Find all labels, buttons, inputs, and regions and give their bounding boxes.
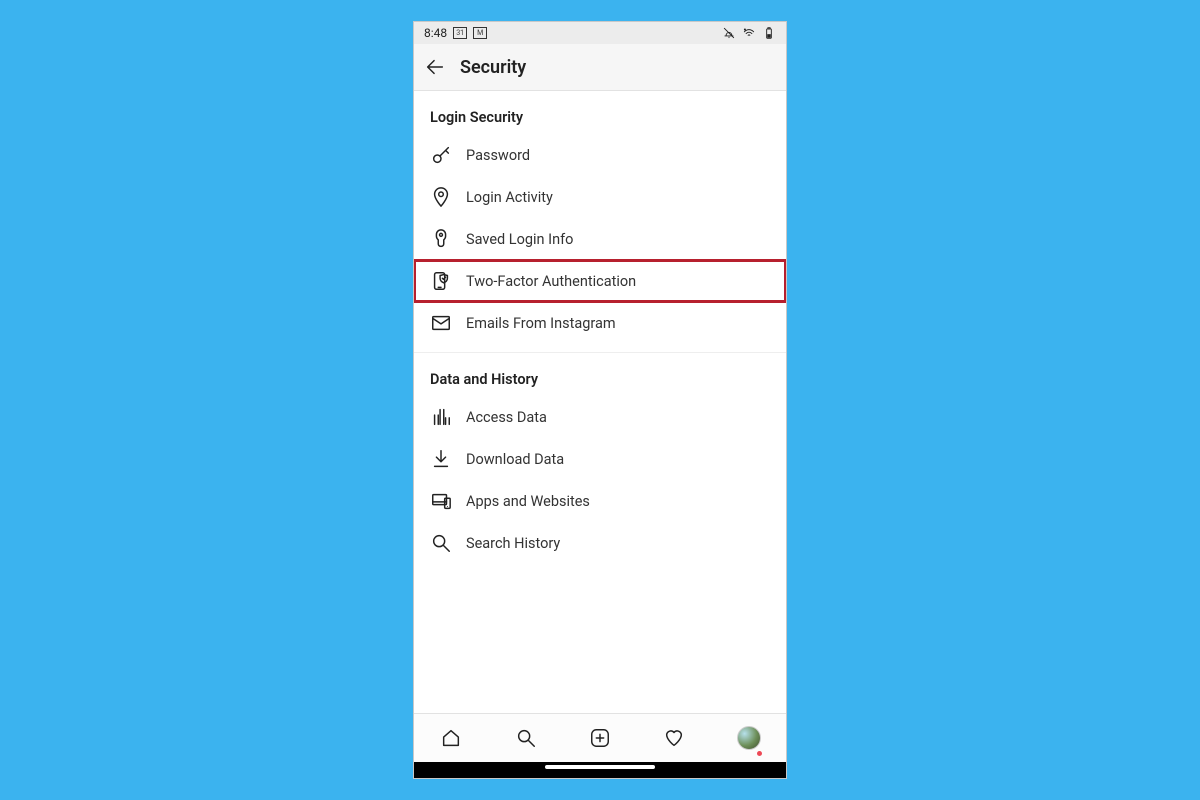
row-label: Apps and Websites	[466, 493, 590, 510]
back-button[interactable]	[424, 56, 446, 78]
row-label: Two-Factor Authentication	[466, 273, 636, 290]
tab-create[interactable]	[563, 714, 637, 762]
status-right	[722, 26, 776, 40]
avatar-icon	[737, 726, 761, 750]
row-access-data[interactable]: Access Data	[414, 396, 786, 438]
keyhole-icon	[430, 228, 452, 250]
tab-profile[interactable]	[712, 714, 786, 762]
search-icon	[430, 532, 452, 554]
calendar-icon: 31	[453, 27, 467, 39]
bar-chart-icon	[430, 406, 452, 428]
pin-icon	[430, 186, 452, 208]
section-title-login-security: Login Security	[414, 91, 786, 134]
mail-badge-icon: M	[473, 27, 487, 39]
row-label: Access Data	[466, 409, 547, 426]
row-password[interactable]: Password	[414, 134, 786, 176]
status-bar: 8:48 31 M	[414, 22, 786, 44]
row-apps-and-websites[interactable]: Apps and Websites	[414, 480, 786, 522]
phone-shield-icon	[430, 270, 452, 292]
mail-icon	[430, 312, 452, 334]
tab-activity[interactable]	[637, 714, 711, 762]
section-title-data-history: Data and History	[414, 353, 786, 396]
row-label: Login Activity	[466, 189, 553, 206]
page-title: Security	[460, 57, 526, 78]
row-saved-login-info[interactable]: Saved Login Info	[414, 218, 786, 260]
row-label: Search History	[466, 535, 560, 552]
row-download-data[interactable]: Download Data	[414, 438, 786, 480]
home-icon	[440, 727, 462, 749]
wifi-icon	[742, 26, 756, 40]
notification-dot-icon	[757, 751, 762, 756]
tab-home[interactable]	[414, 714, 488, 762]
dnd-icon	[722, 26, 736, 40]
row-label: Password	[466, 147, 530, 164]
row-two-factor-authentication[interactable]: Two-Factor Authentication	[414, 260, 786, 302]
android-gesture-bar	[414, 762, 786, 778]
heart-icon	[663, 727, 685, 749]
devices-icon	[430, 490, 452, 512]
download-icon	[430, 448, 452, 470]
row-search-history[interactable]: Search History	[414, 522, 786, 564]
row-label: Saved Login Info	[466, 231, 573, 248]
status-left: 8:48 31 M	[424, 26, 487, 40]
plus-icon	[589, 727, 611, 749]
row-login-activity[interactable]: Login Activity	[414, 176, 786, 218]
key-icon	[430, 144, 452, 166]
clock-text: 8:48	[424, 26, 447, 40]
battery-icon	[762, 26, 776, 40]
row-emails-from-instagram[interactable]: Emails From Instagram	[414, 302, 786, 344]
app-header: Security	[414, 44, 786, 91]
content-area: Login Security Password Login Activity S…	[414, 91, 786, 713]
gesture-pill	[545, 765, 655, 769]
row-label: Emails From Instagram	[466, 315, 616, 332]
search-icon	[515, 727, 537, 749]
phone-frame: 8:48 31 M Security Login Security	[414, 22, 786, 778]
bottom-tab-bar	[414, 713, 786, 762]
tab-search[interactable]	[488, 714, 562, 762]
row-label: Download Data	[466, 451, 564, 468]
